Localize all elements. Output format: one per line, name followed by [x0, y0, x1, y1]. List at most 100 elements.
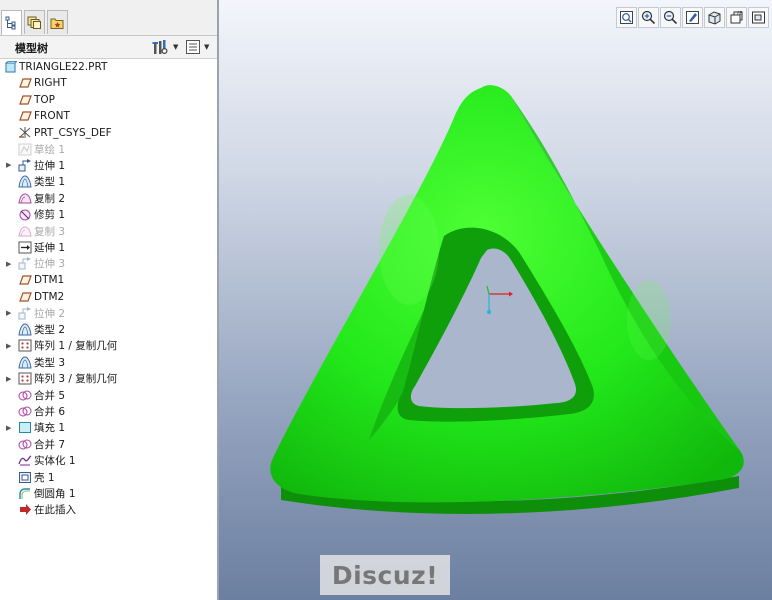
refit-icon — [619, 10, 634, 25]
list-view-icon — [186, 40, 200, 54]
tree-item-label: 倒圆角 1 — [34, 487, 76, 500]
tree-item-label: 修剪 1 — [34, 209, 66, 222]
tree-item[interactable]: TOP — [0, 92, 217, 108]
zoom-out-button[interactable] — [660, 6, 681, 28]
tree-settings-icon — [152, 40, 168, 55]
tree-item-label: 类型 1 — [34, 176, 66, 189]
copy-icon — [18, 191, 32, 205]
view-toolbar: AB — [616, 6, 772, 28]
tree-settings-button[interactable]: ▼ — [152, 39, 178, 55]
trim-icon — [18, 208, 32, 222]
tree-item[interactable]: DTM2 — [0, 289, 217, 305]
fill-icon — [18, 421, 32, 435]
tree-item-label: DTM1 — [34, 274, 65, 287]
extrude-icon — [18, 158, 32, 172]
tree-item[interactable]: ▶ 填充 1 — [0, 420, 217, 436]
surface-icon — [18, 175, 32, 189]
tree-item[interactable]: 合并 5 — [0, 387, 217, 403]
tree-item-label: 拉伸 3 — [34, 258, 66, 271]
shell-icon — [18, 470, 32, 484]
tree-item[interactable]: 延伸 1 — [0, 239, 217, 255]
tree-item[interactable]: 复制 3 — [0, 223, 217, 239]
favorites-tab[interactable] — [47, 10, 68, 34]
tree-item-label: 拉伸 1 — [34, 159, 66, 172]
tree-item-label: 类型 2 — [34, 323, 66, 336]
tree-item[interactable]: 壳 1 — [0, 469, 217, 485]
tree-item[interactable]: 草绘 1 — [0, 141, 217, 157]
tree-item-label: 拉伸 2 — [34, 307, 66, 320]
surface-icon — [18, 322, 32, 336]
model-tree-header: 模型树 ▼ ▼ — [0, 36, 217, 59]
tree-item-label: TOP — [34, 93, 56, 106]
expand-arrow-icon[interactable]: ▶ — [6, 260, 14, 268]
insert-here-icon — [18, 503, 32, 517]
tree-item[interactable]: 实体化 1 — [0, 453, 217, 469]
tree-item[interactable]: 类型 3 — [0, 354, 217, 370]
tree-item-label: 填充 1 — [34, 422, 66, 435]
copy-icon — [18, 224, 32, 238]
tree-item[interactable]: ▶ 阵列 3 / 复制几何 — [0, 371, 217, 387]
svg-text:AB: AB — [737, 10, 743, 15]
tree-item[interactable]: ▶ 拉伸 1 — [0, 157, 217, 173]
tree-item[interactable]: 复制 2 — [0, 190, 217, 206]
tree-item[interactable]: 在此插入 — [0, 502, 217, 518]
tree-item[interactable]: 类型 2 — [0, 321, 217, 337]
tree-item[interactable]: 合并 6 — [0, 403, 217, 419]
refit-button[interactable] — [616, 6, 637, 28]
tree-item-label: 复制 2 — [34, 192, 66, 205]
chevron-down-icon: ▼ — [204, 43, 210, 51]
repaint-button[interactable] — [682, 6, 703, 28]
expand-arrow-icon[interactable]: ▶ — [6, 161, 14, 169]
part-icon — [3, 60, 17, 74]
tree-item-label: 合并 6 — [34, 405, 66, 418]
tree-item-label: 类型 3 — [34, 356, 66, 369]
tree-item[interactable]: 类型 1 — [0, 174, 217, 190]
extend-icon — [18, 240, 32, 254]
round-icon — [18, 486, 32, 500]
tree-item[interactable]: TRIANGLE22.PRT — [0, 59, 217, 75]
tree-item[interactable]: RIGHT — [0, 75, 217, 91]
tree-item[interactable]: 修剪 1 — [0, 207, 217, 223]
solidify-icon — [18, 454, 32, 468]
graphics-viewport[interactable]: AB Discuz! — [219, 0, 772, 600]
tree-item-label: FRONT — [34, 110, 70, 123]
favorites-tab-icon — [50, 18, 64, 29]
display-style-button[interactable] — [704, 6, 725, 28]
csys-icon — [18, 126, 32, 140]
tree-item[interactable]: ▶ 阵列 1 / 复制几何 — [0, 338, 217, 354]
expand-arrow-icon[interactable]: ▶ — [6, 424, 14, 432]
tree-item[interactable]: 倒圆角 1 — [0, 485, 217, 501]
tree-item[interactable]: PRT_CSYS_DEF — [0, 125, 217, 141]
expand-arrow-icon[interactable]: ▶ — [6, 375, 14, 383]
tree-item-label: 合并 5 — [34, 389, 66, 402]
tree-item[interactable]: ▶ 拉伸 3 — [0, 256, 217, 272]
merge-icon — [18, 437, 32, 451]
datum-plane-icon — [18, 109, 32, 123]
tree-item-label: 阵列 1 / 复制几何 — [34, 340, 118, 353]
tree-item[interactable]: 合并 7 — [0, 436, 217, 452]
expand-arrow-icon[interactable]: ▶ — [6, 342, 14, 350]
tree-item-label: 复制 3 — [34, 225, 66, 238]
tree-item-label: 实体化 1 — [34, 455, 76, 468]
display-style-icon — [707, 10, 722, 25]
extrude-icon — [18, 306, 32, 320]
tree-item-label: 合并 7 — [34, 438, 66, 451]
tree-show-button[interactable]: ▼ — [185, 39, 209, 55]
layers-tab[interactable] — [24, 10, 45, 34]
tree-item-label: 阵列 3 / 复制几何 — [34, 373, 118, 386]
extrude-icon — [18, 257, 32, 271]
zoom-in-button[interactable] — [638, 6, 659, 28]
triangle-model[interactable] — [219, 0, 772, 600]
datum-plane-icon — [18, 93, 32, 107]
model-tree-tab[interactable] — [1, 10, 22, 35]
tree-item[interactable]: DTM1 — [0, 272, 217, 288]
model-tree-panel: 模型树 ▼ ▼ TRIANGLE22.PRT RIGHT TOP FRONT PRT_C… — [0, 0, 219, 600]
tree-item[interactable]: FRONT — [0, 108, 217, 124]
model-tree-title: 模型树 — [15, 42, 48, 55]
saved-views-button[interactable]: AB — [726, 6, 747, 28]
tree-item-label: DTM2 — [34, 290, 65, 303]
view-manager-button[interactable] — [748, 6, 769, 28]
tree-item[interactable]: ▶ 拉伸 2 — [0, 305, 217, 321]
tree-item-label: RIGHT — [34, 77, 67, 90]
expand-arrow-icon[interactable]: ▶ — [6, 309, 14, 317]
